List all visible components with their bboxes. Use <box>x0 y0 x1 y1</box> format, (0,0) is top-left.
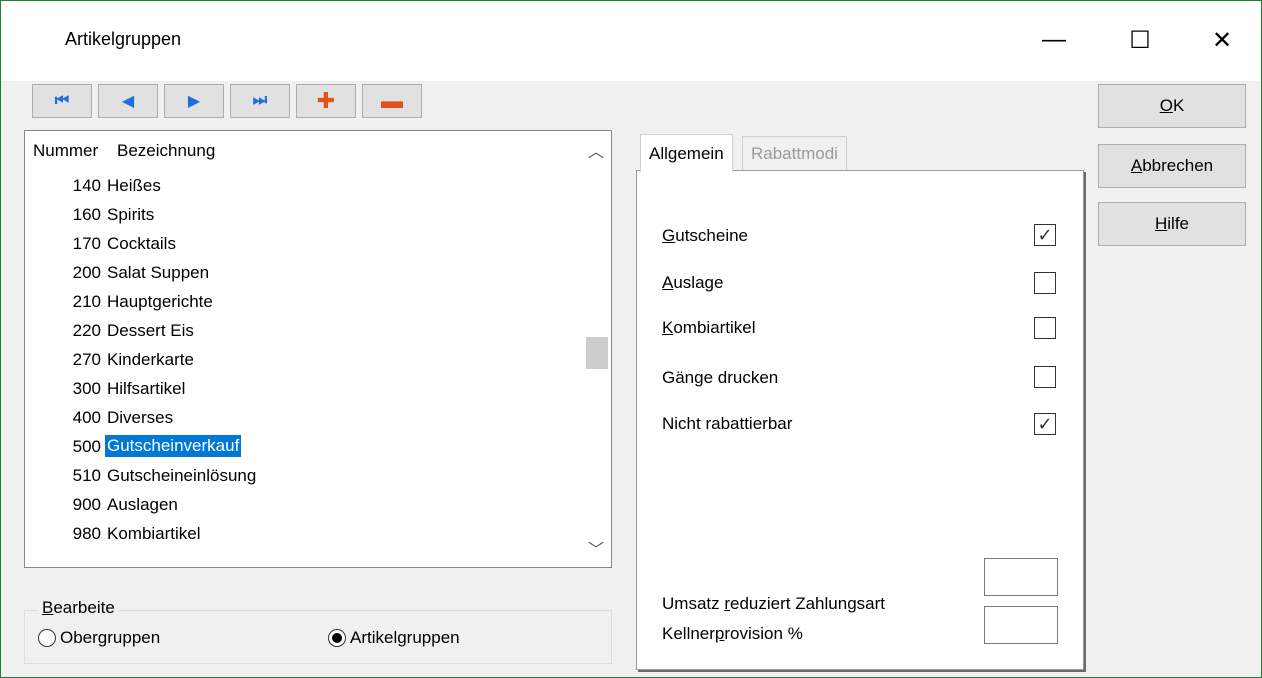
list-item[interactable]: 500 Gutscheinverkauf <box>25 432 580 461</box>
last-record-button[interactable]: ⏭ <box>230 84 290 118</box>
list-item-label: Heißes <box>107 176 161 195</box>
list-item-number: 210 <box>72 292 101 311</box>
list-item[interactable]: 200 Salat Suppen <box>25 258 580 287</box>
list-item-label: Hilfsartikel <box>107 379 186 398</box>
umsatz-label: Umsatz reduziert Zahlungsart <box>662 594 885 613</box>
auslage-checkbox[interactable] <box>1034 272 1056 294</box>
radio-selected-dot <box>332 633 342 643</box>
window-title: Artikelgruppen <box>65 29 182 49</box>
ok-button[interactable]: OK <box>1098 84 1246 128</box>
list-item-label: Kinderkarte <box>107 350 194 369</box>
radio-label: Artikelgruppen <box>350 628 460 647</box>
minimize-icon[interactable]: — <box>1031 17 1077 63</box>
first-record-button[interactable]: ⏮ <box>32 84 92 118</box>
list-item-number: 160 <box>72 205 101 224</box>
list-item[interactable]: 220 Dessert Eis <box>25 316 580 345</box>
list-item[interactable]: 270 Kinderkarte <box>25 345 580 374</box>
column-header-name: Bezeichnung <box>117 141 216 160</box>
list-header: Nummer Bezeichnung <box>33 141 215 161</box>
list-item-label: Gutscheineinlösung <box>107 466 257 485</box>
kellnerprovision-label: Kellnerprovision % <box>662 624 803 643</box>
minus-icon: ▬ <box>381 88 403 113</box>
umsatz-input[interactable] <box>984 558 1058 596</box>
list-item-label: Kombiartikel <box>107 524 201 543</box>
list-item-number: 220 <box>72 321 101 340</box>
list-item[interactable]: 980 Kombiartikel <box>25 519 580 548</box>
tab-rabattmodi[interactable]: Rabattmodi <box>742 136 847 170</box>
chevron-up-icon[interactable]: ︿ <box>581 135 611 165</box>
last-record-icon: ⏭ <box>252 92 268 109</box>
list-item-label: Auslagen <box>107 495 178 514</box>
title-bar: Artikelgruppen — ☐ ✕ <box>1 1 1261 81</box>
list-item-number: 510 <box>72 466 101 485</box>
record-navigation-toolbar: ⏮ ◀ ▶ ⏭ ✚ ▬ <box>32 84 422 118</box>
add-record-button[interactable]: ✚ <box>296 84 356 118</box>
kombiartikel-checkbox[interactable] <box>1034 317 1056 339</box>
radio-circle[interactable] <box>38 629 56 647</box>
list-item-label: Spirits <box>107 205 155 224</box>
next-record-button[interactable]: ▶ <box>164 84 224 118</box>
list-item-label: Salat Suppen <box>107 263 210 282</box>
kombiartikel-label: Kombiartikel <box>662 318 756 337</box>
radio-artikelgruppen[interactable]: Artikelgruppen <box>328 628 460 648</box>
gutscheine-label: Gutscheine <box>662 226 749 245</box>
auslage-label: Auslage <box>662 273 724 292</box>
list-item-label: Dessert Eis <box>107 321 194 340</box>
list-item-number: 170 <box>72 234 101 253</box>
list-item[interactable]: 210 Hauptgerichte <box>25 287 580 316</box>
gutscheine-checkbox[interactable]: ✓ <box>1034 224 1056 246</box>
edit-mode-legend: Bearbeite <box>38 598 119 618</box>
remove-record-button[interactable]: ▬ <box>362 84 422 118</box>
maximize-icon[interactable]: ☐ <box>1117 17 1163 63</box>
list-item[interactable]: 170 Cocktails <box>25 229 580 258</box>
first-record-icon: ⏮ <box>54 92 70 109</box>
nicht-rabattierbar-label: Nicht rabattierbar <box>662 414 793 433</box>
previous-record-button[interactable]: ◀ <box>98 84 158 118</box>
list-item[interactable]: 510 Gutscheineinlösung <box>25 461 580 490</box>
list-item-number: 500 <box>72 437 101 456</box>
scroll-thumb[interactable] <box>586 337 608 369</box>
list-item[interactable]: 900 Auslagen <box>25 490 580 519</box>
list-item-label: Cocktails <box>107 234 176 253</box>
kellnerprovision-input[interactable] <box>984 606 1058 644</box>
gaenge-drucken-label: Gänge drucken <box>662 368 779 387</box>
cancel-button[interactable]: Abbrechen <box>1098 144 1246 188</box>
vertical-scrollbar[interactable]: ︿ ﹀ <box>581 131 611 567</box>
column-header-number: Nummer <box>33 141 99 160</box>
chevron-down-icon[interactable]: ﹀ <box>581 533 611 563</box>
next-record-icon: ▶ <box>187 93 201 110</box>
list-item-number: 140 <box>72 176 101 195</box>
radio-label: Obergruppen <box>60 628 161 647</box>
list-item-label: Hauptgerichte <box>107 292 213 311</box>
radio-circle[interactable] <box>328 629 346 647</box>
list-item-number: 270 <box>72 350 101 369</box>
list-item[interactable]: 400 Diverses <box>25 403 580 432</box>
help-button[interactable]: Hilfe <box>1098 202 1246 246</box>
list-rows: 140 Heißes 160 Spirits 170 Cocktails 200 Salat … <box>25 171 580 548</box>
tab-allgemein[interactable]: Allgemein <box>640 134 733 172</box>
gaenge-drucken-checkbox[interactable] <box>1034 366 1056 388</box>
list-item-number: 400 <box>72 408 101 427</box>
list-item-label: Diverses <box>107 408 174 427</box>
list-item-number: 900 <box>72 495 101 514</box>
list-item-number: 980 <box>72 524 101 543</box>
nicht-rabattierbar-checkbox[interactable]: ✓ <box>1034 413 1056 435</box>
article-group-list[interactable]: Nummer Bezeichnung 140 Heißes 160 Spirits 17… <box>24 130 612 568</box>
plus-icon: ✚ <box>316 88 336 113</box>
radio-obergruppen[interactable]: Obergruppen <box>38 628 160 648</box>
list-item[interactable]: 140 Heißes <box>25 171 580 200</box>
list-item[interactable]: 300 Hilfsartikel <box>25 374 580 403</box>
close-icon[interactable]: ✕ <box>1199 17 1245 63</box>
list-item-number: 200 <box>72 263 101 282</box>
list-item-number: 300 <box>72 379 101 398</box>
list-item-label: Gutscheinverkauf <box>103 434 243 458</box>
list-item[interactable]: 160 Spirits <box>25 200 580 229</box>
previous-record-icon: ◀ <box>121 93 135 110</box>
